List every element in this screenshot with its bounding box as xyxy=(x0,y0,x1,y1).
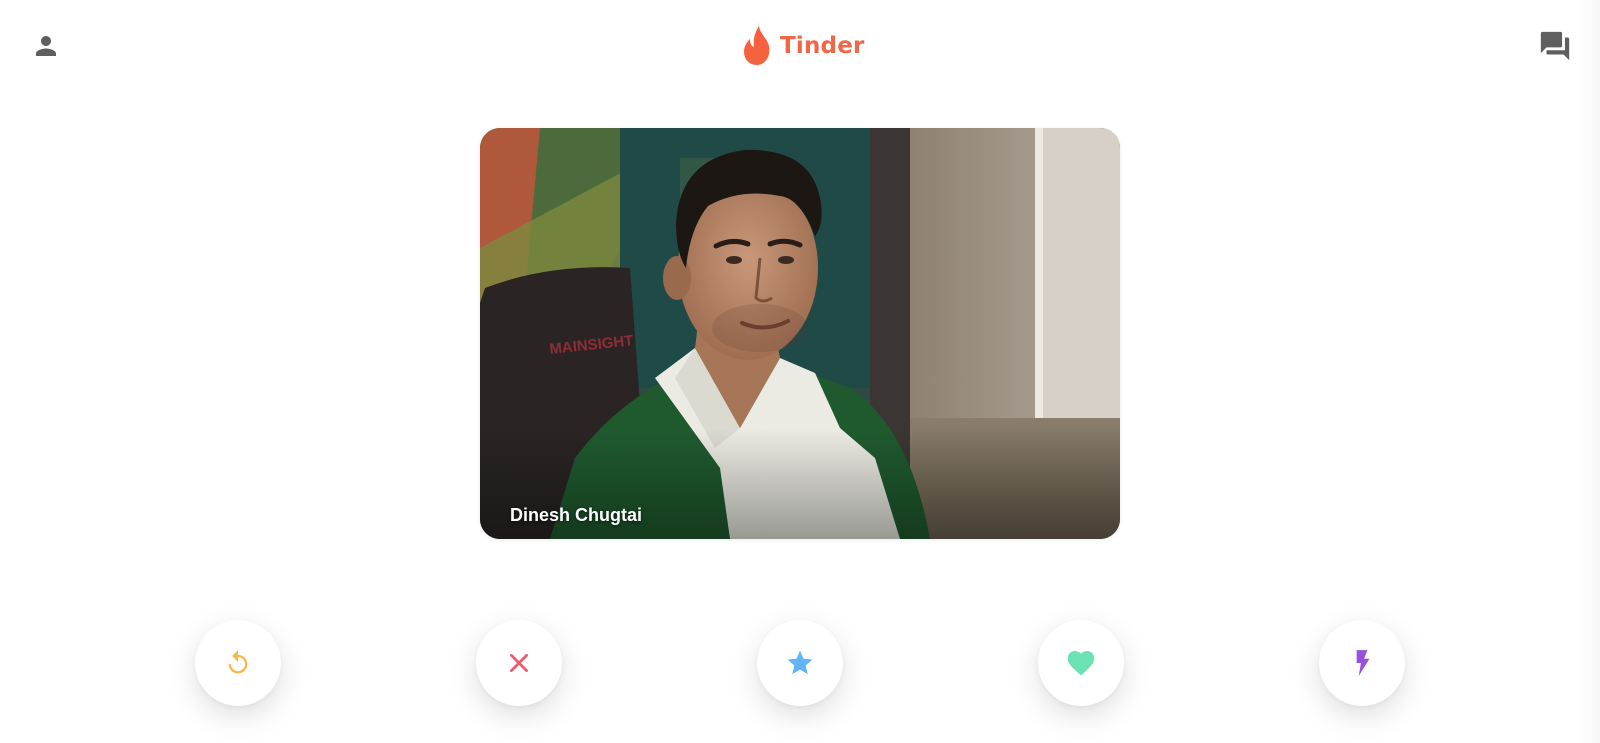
rewind-icon xyxy=(228,650,248,674)
close-icon xyxy=(510,654,528,672)
lightning-icon xyxy=(1356,650,1370,676)
forum-chat-icon xyxy=(1540,31,1570,61)
person-icon xyxy=(36,36,56,56)
top-bar: Tinder xyxy=(0,0,1600,95)
profile-button[interactable] xyxy=(28,28,64,64)
boost-button[interactable] xyxy=(1319,620,1405,706)
like-button[interactable] xyxy=(1038,620,1124,706)
super-like-button[interactable] xyxy=(757,620,843,706)
brand-name: Tinder xyxy=(780,33,865,59)
flame-icon xyxy=(744,26,770,65)
profile-card[interactable]: MAINSIGHT Dinesh Chugtai xyxy=(480,128,1120,539)
profile-name: Dinesh Chugtai xyxy=(510,505,643,525)
messages-button[interactable] xyxy=(1536,27,1574,65)
rewind-button[interactable] xyxy=(195,620,281,706)
heart-icon xyxy=(1067,651,1095,676)
nope-button[interactable] xyxy=(476,620,562,706)
action-bar xyxy=(0,620,1600,706)
brand-logo[interactable]: Tinder xyxy=(740,22,865,70)
star-icon xyxy=(787,650,813,675)
